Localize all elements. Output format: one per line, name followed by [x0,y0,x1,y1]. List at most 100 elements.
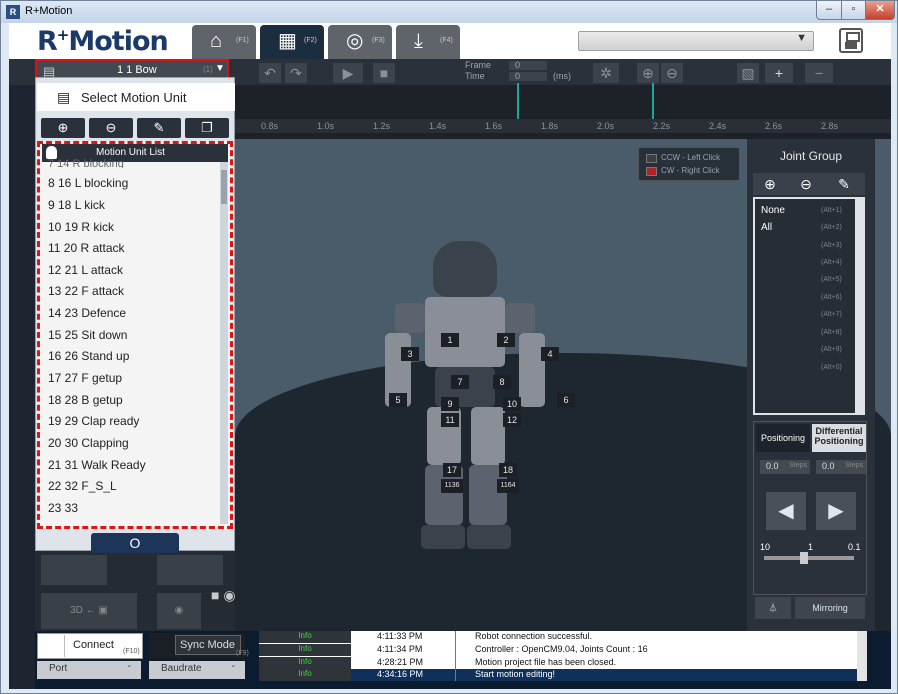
bulb-icon[interactable]: ◉ [157,593,201,629]
edit-unit-icon[interactable]: ✎ [137,118,181,138]
log-scrollbar[interactable] [857,631,867,681]
log-row[interactable]: Info 4:11:33 PM Robot connection success… [259,631,857,643]
log-row[interactable]: Info 4:34:16 PM Start motion editing! [259,669,857,681]
sync-mode-button[interactable]: Sync Mode (F9) [149,633,249,659]
tab-positioning[interactable]: Positioning [756,424,810,452]
view-button-1[interactable] [41,555,107,585]
connect-button[interactable]: Connect (F10) [37,633,143,659]
minimize-button[interactable]: ‒ [816,1,842,20]
list-item[interactable]: 15 25 Sit down [48,328,127,348]
cw-legend: CW - Right Click [661,166,720,175]
log-row[interactable]: Info 4:11:34 PM Controller : OpenCM9.04,… [259,644,857,656]
tab-home[interactable]: ⌂ (F1) [192,25,256,59]
joint-label[interactable]: 17 [443,463,461,477]
list-item[interactable]: 11 20 R attack [48,241,125,261]
sync-label-box: Sync Mode (F9) [175,635,249,657]
list-item[interactable]: 14 23 Defence [48,306,126,326]
joint-group-key: (Alt+6) [821,294,842,301]
slider-track[interactable] [764,556,854,560]
remove-group-icon[interactable]: ⊖ [795,175,817,193]
tab-differential-positioning[interactable]: Differential Positioning [812,424,866,452]
list-item[interactable]: 19 29 Clap ready [48,414,139,434]
robot-model[interactable]: 1 2 3 4 5 6 7 8 9 10 11 12 17 18 1136 11… [375,241,575,551]
remove-unit-icon[interactable]: ⊖ [89,118,133,138]
view-button-2[interactable] [157,555,223,585]
slider-right-label: 0.1 [848,542,861,552]
slider-thumb[interactable] [800,552,808,564]
copy-unit-icon[interactable]: ❐ [185,118,229,138]
joint-group-item[interactable]: None [761,205,785,216]
list-item[interactable]: 12 21 L attack [48,263,123,283]
close-button[interactable]: ✕ [865,1,895,20]
zoom-in-icon[interactable]: ⊕ [637,63,659,83]
joint-group-key: (Alt+8) [821,329,842,336]
list-item[interactable]: 20 30 Clapping [48,436,129,456]
log-panel[interactable]: Info 4:11:33 PM Robot connection success… [259,631,867,681]
scrollbar-thumb[interactable] [221,170,227,204]
joint-label[interactable]: 6 [557,393,575,407]
zoom-out-icon[interactable]: ⊖ [661,63,683,83]
list-item[interactable]: 16 26 Stand up [48,349,129,369]
joint-label[interactable]: 7 [451,375,469,389]
play-button[interactable]: ▶ [333,63,363,83]
list-item[interactable]: 22 32 F_S_L [48,479,117,499]
maximize-button[interactable]: ▫ [841,1,866,20]
joint-label[interactable]: 4 [541,347,559,361]
list-item[interactable]: 17 27 F getup [48,371,122,391]
add-frame-icon[interactable]: + [765,63,793,83]
list-item[interactable]: 23 33 [48,501,78,521]
mirroring-button[interactable]: Mirroring [795,597,865,619]
save-icon[interactable] [839,28,863,53]
joint-group-item[interactable]: All [761,222,772,233]
list-item[interactable]: 13 22 F attack [48,284,124,304]
rotate-cw-button[interactable]: ▶ [816,492,856,530]
motion-unit-list[interactable]: Motion Unit List 7 14 R blocking 8 16 L … [37,141,233,529]
joint-group-list[interactable]: None (Alt+1) All (Alt+2) (Alt+3) (Alt+4)… [753,197,857,415]
tab-reel[interactable]: ◎ (F3) [328,25,392,59]
list-item[interactable]: 18 28 B getup [48,393,123,413]
undo-icon[interactable]: ↶ [259,63,281,83]
port-select[interactable]: Port - [37,661,141,679]
baudrate-select[interactable]: Baudrate - [149,661,245,679]
joint-label[interactable]: 10 [503,397,521,411]
joint-label[interactable]: 5 [389,393,407,407]
add-group-icon[interactable]: ⊕ [759,175,781,193]
joint-label[interactable]: 11 [441,413,459,427]
baudrate-value: - [231,661,235,672]
list-item[interactable]: 10 19 R kick [48,220,114,240]
motion-unit-scrollbar[interactable] [220,162,228,524]
redo-icon[interactable]: ↷ [285,63,307,83]
joint-label[interactable]: 12 [503,413,521,427]
joint-label[interactable]: 2 [497,333,515,347]
step-field-2[interactable]: 0.0 Steps [816,460,866,474]
joint-label[interactable]: 3 [401,347,419,361]
3d-to-robot-button[interactable]: 3D ← ▣ [41,593,137,629]
mirror-left-icon[interactable]: ⏃ [755,597,791,619]
edit-group-icon[interactable]: ✎ [833,175,855,193]
rotation-legend: CCW - Left Click CW - Right Click [638,147,740,181]
tab-download[interactable]: ⤓ (F4) [396,25,460,59]
step-slider[interactable]: 10 1 0.1 [756,542,864,566]
list-item[interactable]: 9 18 L kick [48,198,105,218]
step-field-1[interactable]: 0.0 Steps [760,460,810,474]
add-unit-icon[interactable]: ⊕ [41,118,85,138]
joint-label[interactable]: 18 [499,463,517,477]
project-select[interactable]: ▼ [578,31,814,51]
confirm-button[interactable]: O [91,533,179,553]
camera-icon[interactable]: ■ [211,587,219,603]
stop-icon[interactable]: ■ [373,63,395,83]
list-item[interactable]: 7 14 R blocking [48,158,124,168]
rotate-ccw-button[interactable]: ◀ [766,492,806,530]
list-item[interactable]: 8 16 L blocking [48,176,128,196]
gear-icon[interactable]: ✲ [593,63,619,83]
joint-label[interactable]: 8 [493,375,511,389]
list-item[interactable]: 21 31 Walk Ready [48,458,146,478]
remove-frame-icon[interactable]: − [805,63,833,83]
joint-label[interactable]: 1 [441,333,459,347]
joint-label[interactable]: 9 [441,397,459,411]
log-row[interactable]: Info 4:28:21 PM Motion project file has … [259,657,857,669]
tab-motion[interactable]: ▦ (F2) [260,25,324,59]
joint-group-scrollbar[interactable] [857,197,865,415]
capture-icon[interactable]: ◉ [223,587,235,603]
clapper-icon[interactable]: ▧ [737,63,759,83]
